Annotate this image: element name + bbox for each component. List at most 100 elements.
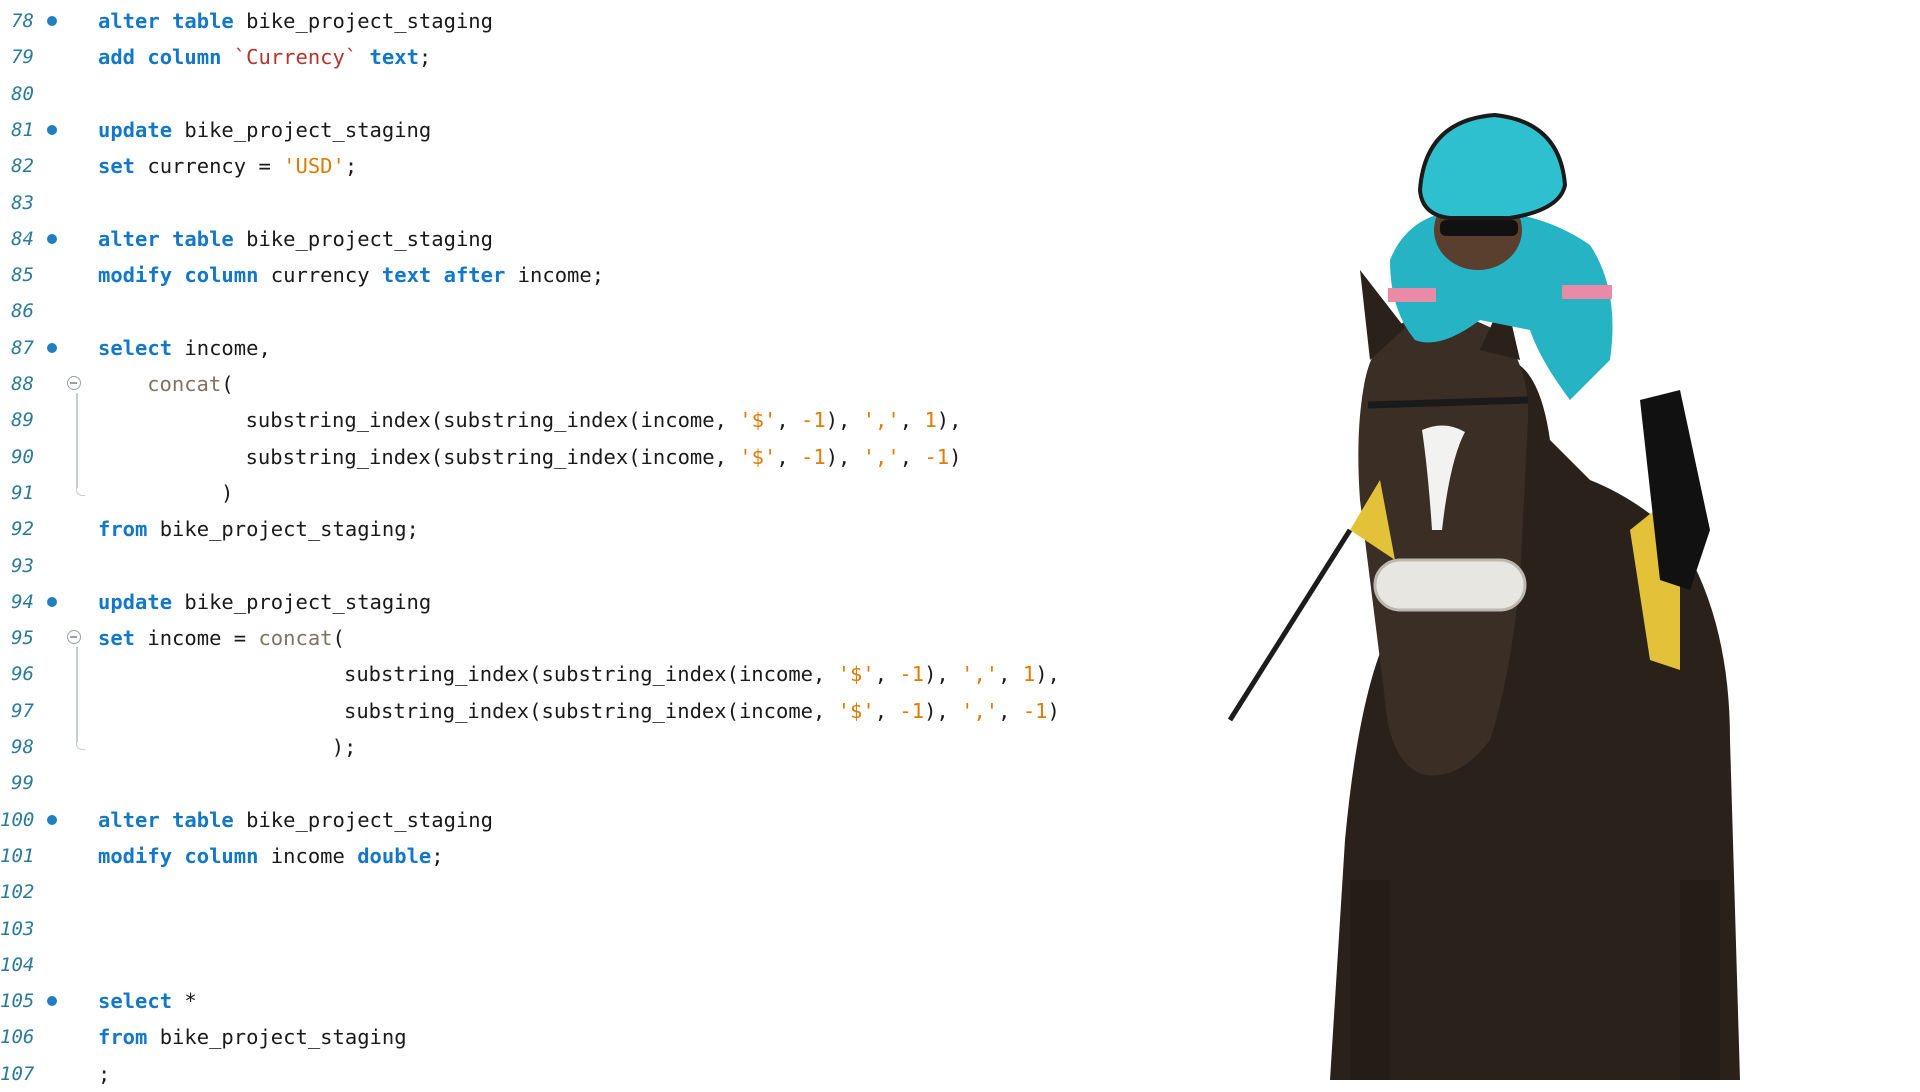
line-number: 92 <box>11 518 34 541</box>
code-line[interactable]: 92 from bike_project_staging; <box>0 511 1200 547</box>
code-text: from bike_project_staging <box>98 1019 407 1055</box>
code-token: * <box>172 989 197 1014</box>
code-token: table <box>172 9 234 33</box>
statement-marker-icon[interactable] <box>47 342 57 353</box>
code-token: ',' <box>862 444 900 469</box>
statement-marker-icon[interactable] <box>47 996 57 1007</box>
code-text: substring_index(substring_index(income, … <box>344 656 1060 692</box>
line-number: 94 <box>11 590 34 613</box>
code-token: substring_index(substring_index(income, <box>344 662 838 687</box>
code-line[interactable]: 98); <box>0 729 1200 765</box>
statement-marker-icon[interactable] <box>47 596 57 607</box>
code-token: , <box>899 444 925 469</box>
code-token: 'USD' <box>283 154 345 179</box>
code-line[interactable]: 84 alter table bike_project_staging <box>0 221 1200 257</box>
code-line[interactable]: 91) <box>0 475 1200 511</box>
code-line[interactable]: 82 set currency = 'USD'; <box>0 148 1200 184</box>
code-line[interactable]: 86 <box>0 293 1200 329</box>
horse-noseband <box>1373 558 1527 612</box>
line-number: 88 <box>11 373 34 395</box>
code-line[interactable]: 89 substring_index(substring_index(income… <box>0 402 1200 438</box>
code-token: ',' <box>961 662 999 687</box>
statement-marker-icon[interactable] <box>47 814 57 825</box>
code-token: alter <box>98 9 160 33</box>
code-line[interactable]: 95 set income = concat( <box>0 620 1200 656</box>
code-line[interactable]: 88 concat( <box>0 366 1200 402</box>
code-line[interactable]: 103 <box>0 911 1200 947</box>
code-token: income = <box>135 626 259 651</box>
code-line[interactable]: 97 substring_index(substring_index(income… <box>0 693 1200 729</box>
code-token: substring_index(substring_index(income, <box>245 444 740 469</box>
code-token: 1 <box>924 408 937 433</box>
line-number: 81 <box>11 118 34 141</box>
code-line[interactable]: 83 <box>0 185 1200 221</box>
line-number: 93 <box>11 554 34 577</box>
code-line[interactable]: 93 <box>0 548 1200 584</box>
code-token: concat <box>147 372 222 396</box>
code-token: text <box>381 263 432 288</box>
code-token: , <box>776 444 801 469</box>
fold-toggle-icon[interactable] <box>67 630 81 645</box>
code-token: -1 <box>899 662 925 687</box>
code-token: ; <box>344 154 358 179</box>
code-token: modify <box>98 263 173 288</box>
fold-toggle-icon[interactable] <box>67 376 81 390</box>
statement-marker-icon[interactable] <box>47 16 57 26</box>
code-token: ( <box>332 626 345 651</box>
code-line[interactable]: 85 modify column currency text after inco… <box>0 257 1200 293</box>
code-token: bike_project_staging <box>233 226 493 251</box>
code-line[interactable]: 99 <box>0 765 1200 801</box>
code-text: alter table bike_project_staging <box>98 802 493 838</box>
code-token: ), <box>825 408 863 433</box>
line-number: 82 <box>11 155 34 178</box>
line-number: 102 <box>0 881 35 904</box>
code-text: add column `Currency` text; <box>98 39 431 75</box>
code-text: substring_index(substring_index(income, … <box>246 402 962 438</box>
code-token: ; <box>418 45 432 70</box>
line-number: 89 <box>11 409 34 432</box>
code-line[interactable]: 96 substring_index(substring_index(income… <box>0 656 1200 692</box>
code-line[interactable]: 94 update bike_project_staging <box>0 584 1200 620</box>
code-line[interactable]: 101 modify column income double; <box>0 838 1200 874</box>
code-line[interactable]: 105 select * <box>0 983 1200 1019</box>
code-line[interactable]: 102 <box>0 874 1200 910</box>
statement-marker-icon[interactable] <box>47 233 57 244</box>
code-text: select * <box>98 983 197 1019</box>
line-number: 84 <box>11 227 34 250</box>
code-token: ), <box>825 444 863 469</box>
jockey-helmet <box>1417 112 1568 220</box>
code-text: update bike_project_staging <box>98 584 431 620</box>
line-number: 107 <box>0 1062 35 1085</box>
code-line[interactable]: 81 update bike_project_staging <box>0 112 1200 148</box>
code-token: table <box>172 226 234 251</box>
code-text: modify column currency text after income… <box>98 257 604 293</box>
code-line[interactable]: 106 from bike_project_staging <box>0 1019 1200 1055</box>
code-token: ), <box>1035 662 1060 687</box>
code-line[interactable]: 80 <box>0 76 1200 112</box>
code-line[interactable]: 100 alter table bike_project_staging <box>0 802 1200 838</box>
code-token: concat <box>258 626 333 651</box>
code-line[interactable]: 79 add column `Currency` text; <box>0 39 1200 75</box>
code-line[interactable]: 107; <box>0 1056 1200 1092</box>
code-line[interactable]: 104 <box>0 947 1200 983</box>
code-token: text <box>369 45 419 70</box>
code-line[interactable]: 90 substring_index(substring_index(income… <box>0 439 1200 475</box>
code-text: concat( <box>147 366 233 402</box>
code-token: after <box>443 263 506 288</box>
code-token: ; <box>98 1061 111 1086</box>
fold-guide-end <box>76 741 85 750</box>
statement-marker-icon[interactable] <box>47 124 57 135</box>
line-number: 91 <box>11 481 34 504</box>
code-token: ), <box>936 408 962 433</box>
code-line[interactable]: 87 select income, <box>0 330 1200 366</box>
code-token: , <box>998 698 1023 723</box>
sql-editor[interactable]: 78 alter table bike_project_staging 79 add … <box>0 0 1200 1086</box>
code-token: bike_project_staging; <box>147 517 419 542</box>
code-line[interactable]: 78 alter table bike_project_staging <box>0 3 1200 39</box>
code-token: , <box>998 662 1023 687</box>
code-token: '$' <box>739 408 777 433</box>
line-number: 80 <box>11 82 34 105</box>
